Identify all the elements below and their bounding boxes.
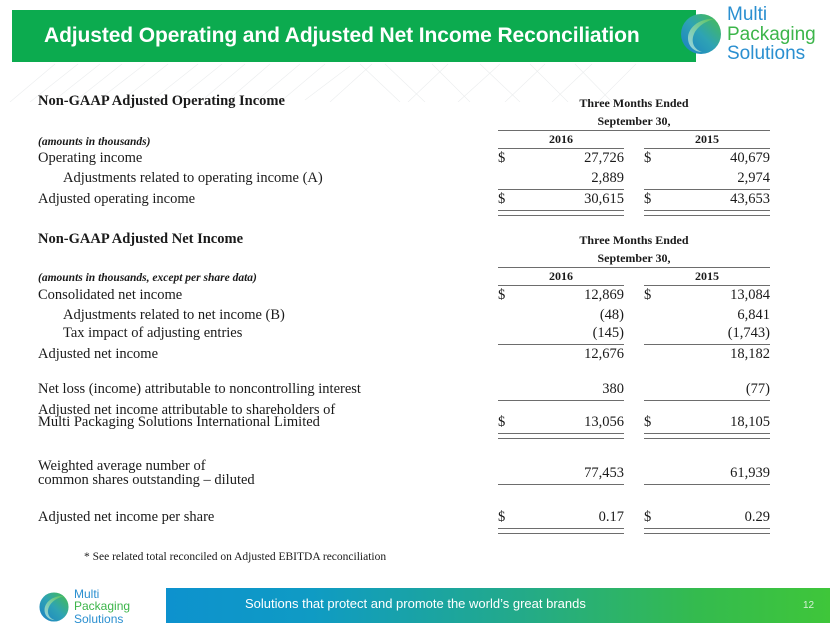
table-cell-value: 12,676 bbox=[584, 346, 624, 362]
table-cell-value: 0.29 bbox=[744, 509, 770, 525]
section1-period-line2: September 30, bbox=[597, 114, 671, 128]
table-cell-value: 13,056 bbox=[584, 414, 624, 430]
per-share-label: Adjusted net income per share bbox=[38, 509, 215, 525]
section1-heading: Non-GAAP Adjusted Operating Income bbox=[38, 93, 285, 109]
table-cell-value: 2,889 bbox=[591, 170, 624, 186]
table-cell-value: 27,726 bbox=[584, 150, 624, 166]
total-double-rule bbox=[498, 528, 624, 534]
financial-reconciliation-sheet: Non-GAAP Adjusted Operating Income Three… bbox=[0, 0, 830, 623]
section1-col-2015-rule bbox=[644, 148, 770, 149]
section2-period-line1: Three Months Ended bbox=[579, 233, 689, 247]
table-cell-value: 2,974 bbox=[737, 170, 770, 186]
table-row-label: Adjusted net income bbox=[38, 346, 159, 362]
section2-col-2016-rule bbox=[498, 285, 624, 286]
table-cell-value: 6,841 bbox=[737, 307, 770, 323]
noncontrolling-interest-label: Net loss (income) attributable to noncon… bbox=[38, 381, 361, 397]
table-cell-value: (77) bbox=[745, 381, 770, 397]
table-cell-value: 43,653 bbox=[730, 191, 770, 207]
section2-col-2015-rule bbox=[644, 285, 770, 286]
table-cell-value: (48) bbox=[599, 307, 624, 323]
logo-wordmark: Multi Packaging Solutions bbox=[74, 588, 130, 625]
table-cell-value: 18,105 bbox=[730, 414, 770, 430]
table-cell-value: 12,869 bbox=[584, 287, 624, 303]
subtotal-rule bbox=[498, 189, 624, 190]
table-cell-value: 380 bbox=[602, 381, 624, 397]
table-cell-value: 0.17 bbox=[598, 509, 624, 525]
attributable-label-line2: Multi Packaging Solutions International … bbox=[38, 414, 320, 430]
table-row-label: Operating income bbox=[38, 150, 143, 166]
total-double-rule bbox=[644, 528, 770, 534]
subtotal-rule bbox=[644, 400, 770, 401]
table-cell-value: (1,743) bbox=[727, 325, 770, 341]
table-cell-value: 13,084 bbox=[730, 287, 770, 303]
total-double-rule bbox=[498, 210, 624, 216]
table-row-label: Tax impact of adjusting entries bbox=[63, 325, 243, 341]
footer-tagline: Solutions that protect and promote the w… bbox=[245, 596, 586, 611]
table-row-label: Adjustments related to net income (B) bbox=[63, 307, 285, 323]
total-double-rule bbox=[644, 210, 770, 216]
table-cell-value: 77,453 bbox=[584, 465, 624, 481]
subtotal-rule bbox=[498, 484, 624, 485]
table-cell-value: (145) bbox=[592, 325, 624, 341]
company-logo-footer: Multi Packaging Solutions bbox=[38, 588, 130, 625]
table-cell-value: 40,679 bbox=[730, 150, 770, 166]
section2-units-note: (amounts in thousands, except per share … bbox=[38, 272, 257, 284]
table-row-label: Consolidated net income bbox=[38, 287, 183, 303]
table-cell-value: 18,182 bbox=[730, 346, 770, 362]
logo-line-2: Packaging bbox=[74, 599, 131, 614]
shares-label-line2: common shares outstanding – diluted bbox=[38, 472, 255, 488]
page-number: 12 bbox=[803, 600, 815, 611]
section1-period-rule bbox=[498, 130, 770, 131]
section1-col-2016-header: 2016 bbox=[549, 132, 573, 146]
footnote: * See related total reconciled on Adjust… bbox=[84, 551, 387, 563]
logo-sphere-icon bbox=[39, 591, 69, 622]
subtotal-rule bbox=[498, 344, 624, 345]
total-double-rule bbox=[498, 433, 624, 439]
total-double-rule bbox=[644, 433, 770, 439]
subtotal-rule bbox=[498, 400, 624, 401]
table-cell-value: 61,939 bbox=[730, 465, 770, 481]
subtotal-rule bbox=[644, 344, 770, 345]
section1-col-2015-header: 2015 bbox=[695, 132, 719, 146]
table-cell-value: 30,615 bbox=[584, 191, 624, 207]
section1-col-2016-rule bbox=[498, 148, 624, 149]
section1-period-line1: Three Months Ended bbox=[579, 96, 689, 110]
table-row-label: Adjustments related to operating income … bbox=[63, 170, 323, 186]
section1-units-note: (amounts in thousands) bbox=[38, 136, 151, 148]
section2-heading: Non-GAAP Adjusted Net Income bbox=[38, 231, 244, 247]
section2-period-rule bbox=[498, 267, 770, 268]
logo-line-3: Solutions bbox=[74, 611, 124, 626]
section2-col-2015-header: 2015 bbox=[695, 269, 719, 283]
subtotal-rule bbox=[644, 189, 770, 190]
subtotal-rule bbox=[644, 484, 770, 485]
section2-col-2016-header: 2016 bbox=[549, 269, 573, 283]
table-row-label: Adjusted operating income bbox=[38, 191, 196, 207]
section2-period-line2: September 30, bbox=[597, 251, 671, 265]
